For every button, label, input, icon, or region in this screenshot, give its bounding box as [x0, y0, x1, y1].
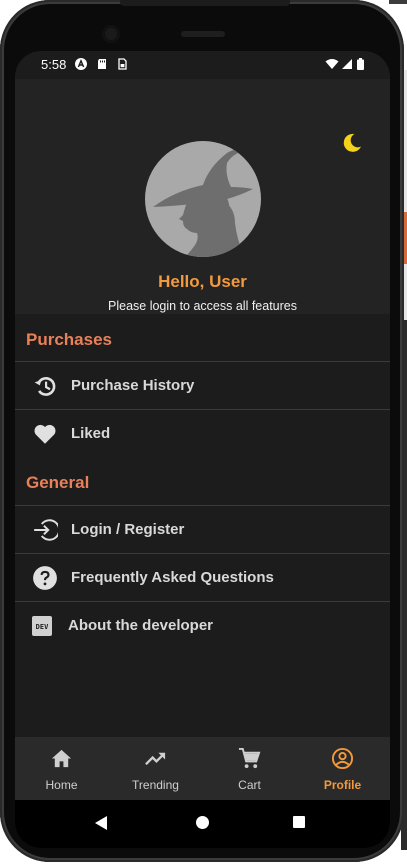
back-icon[interactable]	[95, 816, 107, 830]
login-icon	[34, 519, 58, 541]
list-item-login-register[interactable]: Login / Register	[15, 505, 390, 553]
history-icon	[34, 377, 56, 396]
nav-item-profile[interactable]: Profile	[296, 737, 389, 800]
nav-label-home: Home	[45, 778, 78, 792]
system-navigation-bar	[15, 800, 390, 848]
home-button-icon[interactable]	[196, 816, 209, 829]
nav-item-cart[interactable]: Cart	[203, 737, 296, 800]
earpiece-speaker	[181, 31, 225, 37]
dev-badge-icon: DEV	[32, 616, 52, 636]
moon-icon[interactable]	[340, 131, 364, 155]
front-camera	[102, 25, 120, 43]
list-item-label: Login / Register	[71, 521, 185, 538]
profile-header: Hello, User Please login to access all f…	[15, 79, 390, 314]
status-bar: 5:58	[15, 51, 390, 79]
witch-silhouette-icon	[153, 149, 253, 257]
list-item-label: Liked	[71, 425, 111, 442]
app-screen: 5:58 Hello, User Please login to access …	[15, 51, 390, 848]
a-circle-icon	[75, 58, 87, 70]
trending-icon	[145, 752, 166, 766]
list-item-purchase-history[interactable]: Purchase History	[15, 361, 390, 409]
login-prompt-text: Please login to access all features	[108, 299, 297, 313]
nav-label-profile: Profile	[323, 778, 362, 792]
nav-label-trending: Trending	[132, 778, 179, 792]
status-time: 5:58	[41, 57, 67, 72]
recent-apps-icon[interactable]	[293, 816, 305, 828]
phone-top-edge	[120, 0, 290, 6]
heart-icon	[34, 424, 56, 444]
profile-icon	[331, 747, 354, 770]
list-item-label: Frequently Asked Questions	[71, 569, 274, 586]
background-strip-top	[389, 0, 407, 4]
signal-icon	[342, 59, 352, 69]
home-icon	[51, 749, 72, 768]
section-title-general: General	[26, 473, 90, 492]
help-icon	[33, 566, 57, 590]
phone-frame: 5:58 Hello, User Please login to access …	[0, 0, 404, 862]
list-item-faq[interactable]: Frequently Asked Questions	[15, 553, 390, 601]
list-item-about-developer[interactable]: DEV About the developer	[15, 601, 390, 649]
avatar	[145, 141, 261, 257]
cart-icon	[238, 747, 261, 769]
sim-icon	[118, 58, 127, 70]
nav-item-home[interactable]: Home	[15, 737, 108, 800]
nav-label-cart: Cart	[238, 778, 261, 792]
wifi-icon	[325, 59, 339, 69]
list-item-liked[interactable]: Liked	[15, 409, 390, 457]
bottom-navigation: Home Trending Cart Profile	[15, 737, 390, 800]
greeting-title: Hello, User	[158, 272, 247, 291]
section-title-purchases: Purchases	[26, 330, 112, 349]
list-item-label: About the developer	[68, 617, 214, 634]
nav-item-trending[interactable]: Trending	[109, 737, 202, 800]
sd-card-icon	[98, 59, 106, 69]
dev-badge-text: DEV	[36, 623, 49, 631]
battery-icon	[357, 58, 364, 70]
list-item-label: Purchase History	[71, 377, 195, 394]
